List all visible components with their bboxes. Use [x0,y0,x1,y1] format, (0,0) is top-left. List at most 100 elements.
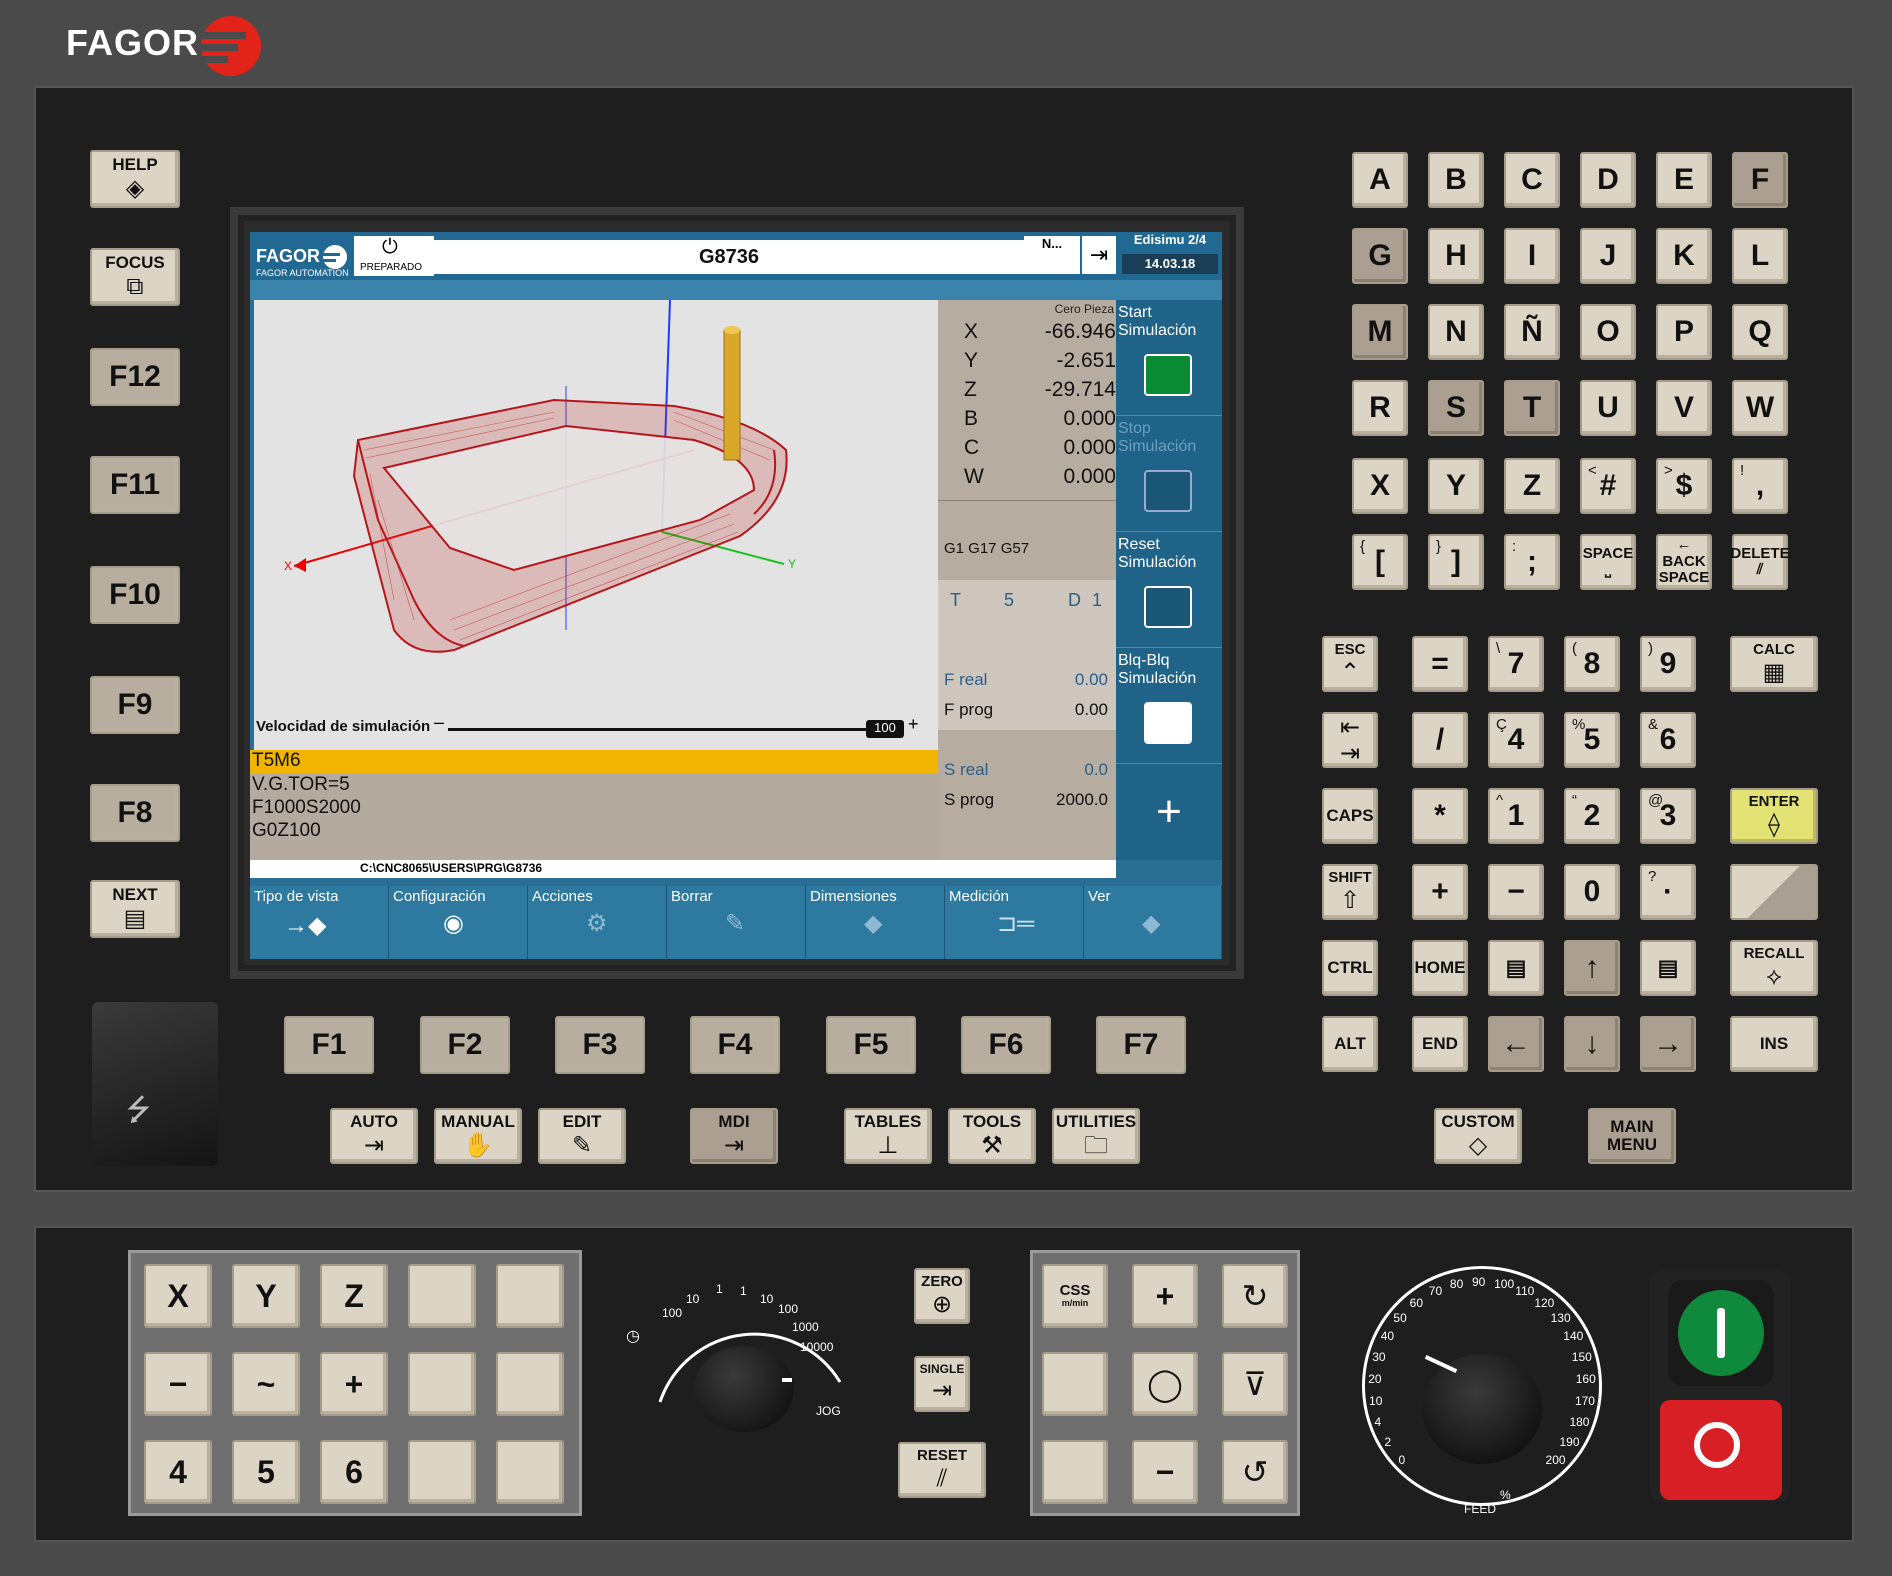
help-key[interactable]: HELP ◈ [90,150,180,208]
arrow-left-key[interactable]: ← [1488,1016,1544,1072]
sim-speed-plus[interactable]: + [908,714,919,735]
three-key[interactable]: @3 [1640,788,1696,844]
f2-key[interactable]: F2 [420,1016,510,1074]
blank-diagonal-key[interactable] [1730,864,1818,920]
jog-rapid-key[interactable]: ~ [232,1352,300,1416]
f6-key[interactable]: F6 [961,1016,1051,1074]
jog-5-key[interactable]: 5 [232,1440,300,1504]
program-line-active[interactable]: T5M6 [250,750,938,774]
jog-z-key[interactable]: Z [320,1264,388,1328]
block-block-simulation-button[interactable]: Blq-Blq Simulación [1116,648,1222,764]
key-u[interactable]: U [1580,380,1636,436]
screen-enter-button[interactable]: ⇥ [1082,236,1116,274]
bracket-left-key[interactable]: {[ [1352,534,1408,590]
softkey-configuration[interactable]: Configuración ◉ [389,886,528,959]
zero-digit-key[interactable]: 0 [1564,864,1620,920]
minus-key[interactable]: − [1488,864,1544,920]
stop-simulation-button[interactable]: Stop Simulación [1116,416,1222,532]
six-key[interactable]: & 6 [1640,712,1696,768]
key-a[interactable]: A [1352,152,1408,208]
key-o[interactable]: O [1580,304,1636,360]
spindle-ccw-key[interactable]: ↺ [1222,1440,1288,1504]
f11-key[interactable]: F11 [90,456,180,514]
key-d[interactable]: D [1580,152,1636,208]
home-key[interactable]: HOME [1412,940,1468,996]
edit-key[interactable]: EDIT ✎ [538,1108,626,1164]
tab-key[interactable]: ⇤ ⇥ [1322,712,1378,768]
key-x[interactable]: X [1352,458,1408,514]
manual-key[interactable]: MANUAL ✋ [434,1108,522,1164]
program-line[interactable]: G0Z100 [250,820,938,843]
key-t[interactable]: T [1504,380,1560,436]
key-e[interactable]: E [1656,152,1712,208]
sim-speed-slider[interactable] [448,728,868,731]
usb-port[interactable]: ⭍ [92,1002,218,1166]
key-g[interactable]: G [1352,228,1408,284]
program-line[interactable]: F1000S2000 [250,797,938,820]
jog-dial-knob[interactable] [694,1346,794,1432]
f12-key[interactable]: F12 [90,348,180,406]
dot-key[interactable]: ? · [1640,864,1696,920]
zero-key[interactable]: ZERO ⊕ [914,1268,970,1324]
tables-key[interactable]: TABLES ⊥ [844,1108,932,1164]
key-n[interactable]: N [1428,304,1484,360]
jog-blank-key[interactable] [408,1264,476,1328]
plus-key[interactable]: + [1412,864,1468,920]
key-m[interactable]: M [1352,304,1408,360]
nine-key[interactable]: ) 9 [1640,636,1696,692]
f7-key[interactable]: F7 [1096,1016,1186,1074]
spindle-stop-key[interactable]: ⊽ [1222,1352,1288,1416]
reset-simulation-button[interactable]: Reset Simulación [1116,532,1222,648]
program-line[interactable]: V.G.TOR=5 [250,774,938,797]
caps-key[interactable]: CAPS [1322,788,1378,844]
jog-minus-key[interactable]: − [144,1352,212,1416]
f1-key[interactable]: F1 [284,1016,374,1074]
css-key[interactable]: CSS m/min [1042,1264,1108,1328]
spindle-cw-key[interactable]: ↻ [1222,1264,1288,1328]
eight-key[interactable]: (8 [1564,636,1620,692]
key-v[interactable]: V [1656,380,1712,436]
space-key[interactable]: SPACE ⎵ [1580,534,1636,590]
f8-key[interactable]: F8 [90,784,180,842]
side-plus-button[interactable]: + [1116,764,1222,860]
key-i[interactable]: I [1504,228,1560,284]
key-w[interactable]: W [1732,380,1788,436]
key-hash[interactable]: < # [1580,458,1636,514]
softkey-view-type[interactable]: Tipo de vista →◆ [250,886,389,959]
key-p[interactable]: P [1656,304,1712,360]
start-simulation-button[interactable]: Start Simulación [1116,300,1222,416]
arrow-up-key[interactable]: ↑ [1564,940,1620,996]
one-key[interactable]: ^ 1 [1488,788,1544,844]
f5-key[interactable]: F5 [826,1016,916,1074]
recall-key[interactable]: RECALL ⟡ [1730,940,1818,996]
jog-x-key[interactable]: X [144,1264,212,1328]
softkey-actions[interactable]: Acciones ⚙ [528,886,667,959]
page-down-key[interactable]: ▤ [1640,940,1696,996]
sim-speed-minus[interactable]: – [434,712,444,733]
page-up-key[interactable]: ▤ [1488,940,1544,996]
key-h[interactable]: H [1428,228,1484,284]
four-key[interactable]: Ç4 [1488,712,1544,768]
jog-blank-key[interactable] [496,1352,564,1416]
key-z[interactable]: Z [1504,458,1560,514]
delete-key[interactable]: DELETE ⫽ [1730,534,1790,590]
f10-key[interactable]: F10 [90,566,180,624]
ctrl-key[interactable]: CTRL [1322,940,1378,996]
arrow-down-key[interactable]: ↓ [1564,1016,1620,1072]
key-c[interactable]: C [1504,152,1560,208]
main-menu-key[interactable]: MAIN MENU [1588,1108,1676,1164]
feed-override-knob[interactable] [1422,1354,1542,1464]
softkey-view[interactable]: Ver ◆ [1084,886,1222,959]
program-listing[interactable]: T5M6 V.G.TOR=5 F1000S2000 G0Z100 [250,750,938,860]
jog-plus-key[interactable]: + [320,1352,388,1416]
key-q[interactable]: Q [1732,304,1788,360]
shift-key[interactable]: SHIFT ⇧ [1322,864,1378,920]
spindle-blank-key[interactable] [1042,1352,1108,1416]
single-key[interactable]: SINGLE ⇥ [914,1356,970,1412]
jog-blank-key[interactable] [496,1264,564,1328]
softkey-delete[interactable]: Borrar ✎ [667,886,806,959]
equals-key[interactable]: = [1412,636,1468,692]
key-dollar[interactable]: > $ [1656,458,1712,514]
jog-blank-key[interactable] [408,1440,476,1504]
jog-y-key[interactable]: Y [232,1264,300,1328]
